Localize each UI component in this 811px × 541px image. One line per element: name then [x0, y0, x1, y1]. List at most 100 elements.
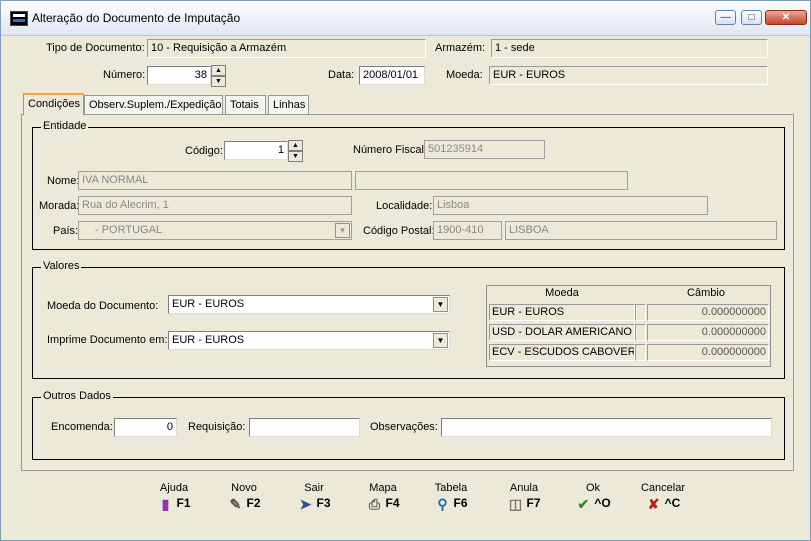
window-title: Alteração do Documento de Imputação: [32, 11, 241, 25]
cancelar-button[interactable]: Cancelar ✘ ^C: [633, 482, 693, 512]
tabela-button[interactable]: Tabela ⚲ F6: [421, 482, 481, 512]
ok-label: Ok: [585, 482, 601, 494]
requisicao-label: Requisição:: [188, 421, 246, 433]
ajuda-button[interactable]: Ajuda ▮ F1: [144, 482, 204, 512]
codigo-label: Código:: [185, 145, 223, 157]
imprime-documento-value: EUR - EUROS: [172, 334, 245, 346]
novo-button[interactable]: Novo ✎ F2: [214, 482, 274, 512]
numero-fiscal-label: Número Fiscal:: [353, 144, 427, 156]
tabela-key: F6: [453, 496, 468, 511]
tab-observ-suplem[interactable]: Observ.Suplem./Expedição: [84, 95, 223, 114]
cambio-table: Moeda Câmbio EUR - EUROS 0.000000000 USD…: [486, 285, 771, 367]
pais-combo: - PORTUGAL ▼: [78, 221, 352, 240]
numero-label: Número:: [103, 69, 146, 81]
spin-up-icon[interactable]: ▲: [211, 65, 226, 76]
novo-label: Novo: [231, 482, 257, 494]
tab-condicoes[interactable]: Condições: [23, 93, 84, 115]
morada-field: Rua do Alecrim, 1: [78, 196, 352, 215]
data-input[interactable]: 2008/01/01: [359, 66, 425, 85]
nome-label: Nome:: [47, 175, 80, 187]
mapa-key: F4: [385, 496, 400, 511]
outros-dados-group-title: Outros Dados: [41, 390, 113, 402]
tab-linhas[interactable]: Linhas: [268, 95, 309, 114]
sair-label: Sair: [304, 482, 324, 494]
anula-button[interactable]: Anula ◫ F7: [494, 482, 554, 512]
tabela-label: Tabela: [434, 482, 468, 494]
exit-door-icon: ➤: [299, 496, 312, 512]
codigo-postal-label: Código Postal:: [363, 225, 435, 237]
table-search-icon: ⚲: [437, 496, 448, 512]
cambio-column-header: Câmbio: [687, 287, 725, 299]
mapa-button[interactable]: Mapa ⎙ F4: [353, 482, 413, 512]
chevron-down-icon[interactable]: ▼: [433, 333, 448, 348]
tipo-documento-label: Tipo de Documento:: [46, 42, 145, 54]
valores-group-title: Valores: [41, 260, 82, 272]
title-bar: Alteração do Documento de Imputação — □ …: [1, 1, 810, 36]
moeda-documento-select[interactable]: EUR - EUROS ▼: [168, 295, 450, 314]
table-row-spacer: [635, 344, 646, 361]
localidade-field: Lisboa: [433, 196, 708, 215]
printer-icon: ⎙: [368, 496, 381, 512]
spin-down-icon[interactable]: ▼: [211, 76, 226, 87]
observacoes-input[interactable]: [441, 418, 772, 437]
moeda-label: Moeda:: [446, 69, 483, 81]
anula-key: F7: [526, 496, 541, 511]
imprime-documento-label: Imprime Documento em:: [47, 334, 168, 346]
imprime-documento-select[interactable]: EUR - EUROS ▼: [168, 331, 450, 350]
codigo-input[interactable]: 1: [224, 141, 288, 160]
spin-down-icon[interactable]: ▼: [288, 151, 303, 162]
table-row-moeda: EUR - EUROS: [489, 304, 635, 321]
ajuda-key: F1: [176, 496, 191, 511]
numero-fiscal-field: 501235914: [424, 140, 545, 159]
armazem-label: Armazém:: [435, 42, 486, 54]
minimize-button[interactable]: —: [715, 10, 736, 25]
spin-up-icon[interactable]: ▲: [288, 140, 303, 151]
tab-totais[interactable]: Totais: [225, 95, 266, 114]
encomenda-label: Encomenda:: [51, 421, 113, 433]
cancelar-key: ^C: [664, 496, 681, 511]
moeda-documento-value: EUR - EUROS: [172, 298, 245, 310]
sair-button[interactable]: Sair ➤ F3: [284, 482, 344, 512]
novo-key: F2: [246, 496, 261, 511]
main-window: Alteração do Documento de Imputação — □ …: [0, 0, 811, 541]
cancelar-label: Cancelar: [640, 482, 686, 494]
anula-label: Anula: [509, 482, 539, 494]
close-button[interactable]: ✕: [765, 10, 807, 25]
ok-key: ^O: [594, 496, 611, 511]
codigo-spinner[interactable]: ▲ ▼: [288, 140, 303, 162]
table-row-moeda: USD - DOLAR AMERICANO: [489, 324, 635, 341]
tipo-documento-field: 10 - Requisição a Armazém: [147, 39, 426, 58]
chevron-down-icon[interactable]: ▼: [433, 297, 448, 312]
table-row-moeda: ECV - ESCUDOS CABOVERD: [489, 344, 635, 361]
table-row-cambio[interactable]: 0.000000000: [647, 344, 769, 361]
numero-spinner[interactable]: ▲ ▼: [211, 65, 226, 87]
table-row-cambio[interactable]: 0.000000000: [647, 304, 769, 321]
trash-icon: ◫: [508, 496, 523, 512]
new-document-icon: ✎: [229, 496, 242, 512]
moeda-documento-label: Moeda do Documento:: [47, 300, 159, 312]
nome-field: IVA NORMAL: [78, 171, 352, 190]
moeda-column-header: Moeda: [545, 287, 579, 299]
ajuda-label: Ajuda: [159, 482, 189, 494]
maximize-button[interactable]: □: [741, 10, 762, 25]
table-row-cambio[interactable]: 0.000000000: [647, 324, 769, 341]
table-row-spacer: [635, 324, 646, 341]
armazem-field: 1 - sede: [491, 39, 768, 58]
chevron-down-icon: ▼: [335, 223, 350, 238]
nome2-field: [355, 171, 628, 190]
requisicao-input[interactable]: [249, 418, 360, 437]
moeda-field: EUR - EUROS: [489, 66, 768, 85]
entidade-group-title: Entidade: [41, 120, 89, 132]
numero-input[interactable]: 38: [147, 66, 211, 85]
morada-label: Morada:: [39, 200, 80, 212]
sair-key: F3: [316, 496, 331, 511]
book-icon: ▮: [161, 496, 170, 512]
table-row-spacer: [635, 304, 646, 321]
checkmark-icon: ✔: [577, 496, 590, 512]
cancel-x-icon: ✘: [647, 496, 660, 512]
encomenda-input[interactable]: 0: [114, 418, 177, 437]
codigo-postal-localidade-field: LISBOA: [505, 221, 777, 240]
observacoes-label: Observações:: [370, 421, 438, 433]
mapa-label: Mapa: [369, 482, 397, 494]
ok-button[interactable]: Ok ✔ ^O: [563, 482, 623, 512]
